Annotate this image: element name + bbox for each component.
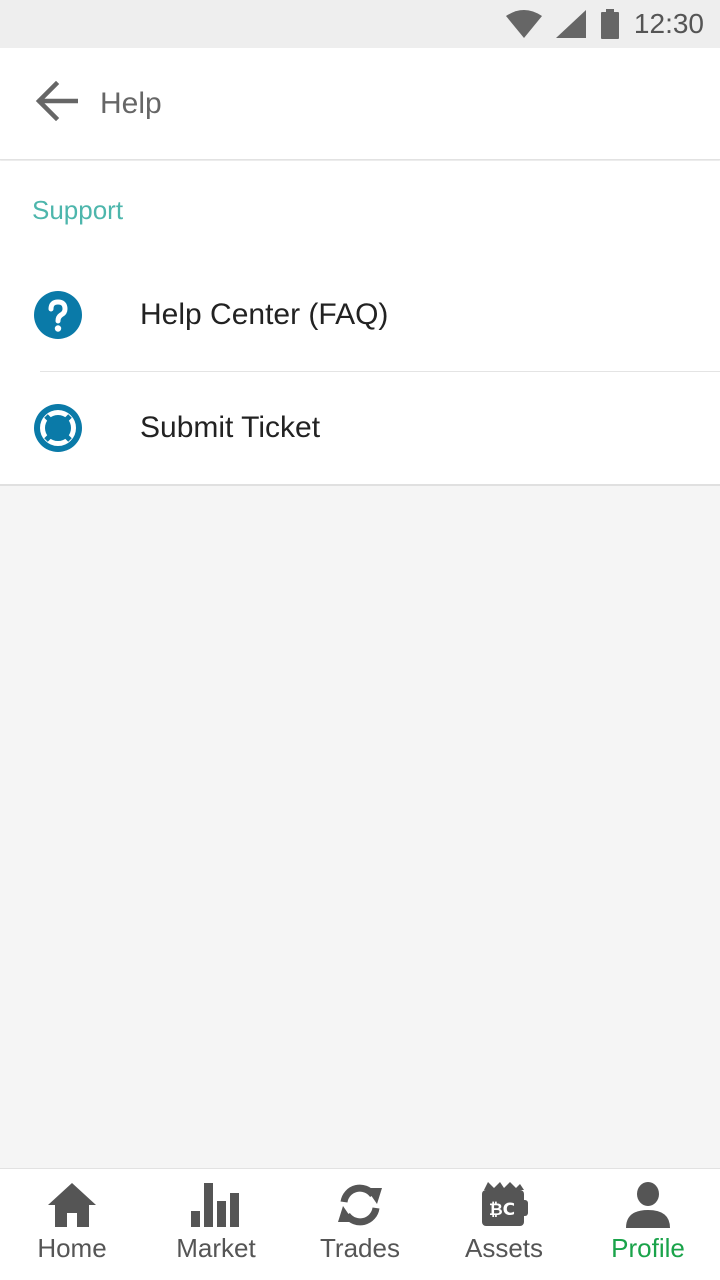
status-time: 12:30 [633,8,704,39]
nav-assets-label: Assets [464,1233,544,1263]
person-icon [624,1181,672,1229]
app-bar: Help [0,48,720,160]
nav-home[interactable]: Home [0,1169,144,1280]
section-header-support: Support [32,194,124,225]
nav-profile-label: Profile [611,1233,685,1263]
nav-market-label: Market [176,1233,256,1263]
lifebuoy-icon [0,404,140,452]
nav-home-label: Home [37,1233,107,1263]
sync-icon [335,1181,385,1229]
help-center-label: Help Center (FAQ) [140,298,389,331]
battery-icon [600,9,620,39]
svg-text:₿C: ₿C [489,1200,515,1220]
support-section: Support Help Center (FAQ) Submit Ticket [0,161,720,486]
arrow-left-icon [34,80,79,126]
nav-assets[interactable]: ₿C Assets [432,1169,576,1280]
wifi-icon [505,10,542,38]
nav-market[interactable]: Market [144,1169,288,1280]
nav-profile[interactable]: Profile [576,1169,720,1280]
bottom-navigation: Home Market Trades ₿C Assets Profile [0,1168,720,1280]
nav-trades[interactable]: Trades [288,1169,432,1280]
page-title: Help [100,86,162,120]
submit-ticket-label: Submit Ticket [140,411,321,444]
home-icon [48,1181,96,1229]
nav-trades-label: Trades [320,1233,400,1263]
bar-chart-icon [191,1181,241,1229]
wallet-icon: ₿C [480,1181,528,1229]
question-circle-icon [0,291,140,339]
status-bar: 12:30 [0,0,720,48]
help-center-item[interactable]: Help Center (FAQ) [0,259,720,371]
back-button[interactable] [0,48,112,160]
submit-ticket-item[interactable]: Submit Ticket [0,372,720,484]
cellular-signal-icon [555,10,586,38]
